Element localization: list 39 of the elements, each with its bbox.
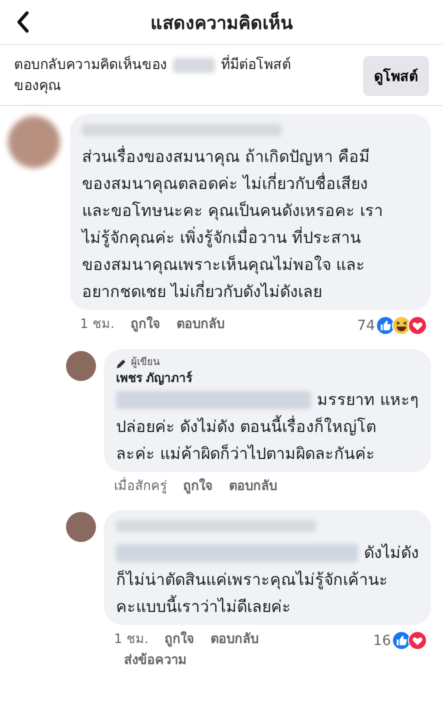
action-link[interactable]: ตอบกลับ	[176, 316, 225, 334]
banner-text: ตอบกลับความคิดเห็นของ	[14, 55, 167, 75]
comment-text: ก็ไม่น่าตัดสินแค่เพราะคุณไม่รู้จักเค้านะ	[116, 570, 388, 589]
comment-text: ปล่อยค่ะ ดังไม่ดัง ตอนนี้เรื่องก็ใหญ่โต	[116, 417, 376, 436]
pen-icon	[116, 358, 127, 368]
action-link[interactable]: ส่งข้อความ	[124, 652, 259, 670]
like-icon	[392, 631, 411, 650]
author-name[interactable]: เพชร ภัญาภาร์	[116, 370, 419, 386]
banner-text: ที่มีต่อโพสต์	[221, 55, 291, 76]
comment-text: และขอโทษนะคะ คุณเป็นคนดังเหรอคะ เรา	[82, 201, 384, 220]
like-icon	[376, 316, 395, 335]
comment-text: ส่วนเรื่องของสมนาคุณ ถ้าเกิดปัญหา คือมี	[82, 147, 370, 166]
action-link[interactable]: ถูกใจ	[130, 316, 161, 334]
author-label: ผู้เขียน	[131, 356, 160, 370]
comment-text: ของสมนาคุณเพราะเห็นคุณไม่พอใจ และ	[82, 255, 366, 274]
comment-text: ของสมนาคุณตลอดค่ะ ไม่เกี่ยวกับชื่อเสียง	[82, 174, 368, 193]
avatar[interactable]	[66, 512, 96, 542]
timestamp: 1 ชม.	[114, 631, 149, 649]
comment-text: อยากชดเชย ไม่เกี่ยวกับดังไม่ดังเลย	[82, 282, 322, 301]
avatar[interactable]	[66, 351, 96, 381]
comment-text: มรรยาท แหะๆ	[316, 389, 419, 411]
comment-text: ไม่รู้จักคุณค่ะ เพิ่งรู้จักเมื่อวาน ที่ประสาน	[82, 228, 362, 247]
comment-text: ดังไม่ดัง	[364, 542, 419, 564]
reaction-count[interactable]: 16	[373, 632, 391, 650]
action-link[interactable]: ตอบกลับ	[229, 478, 277, 496]
reaction-count[interactable]: 74	[357, 316, 375, 334]
comment-text: คะแบบนี้เราว่าไม่ดีเลยค่ะ	[116, 597, 291, 616]
action-link[interactable]: ถูกใจ	[183, 478, 213, 496]
timestamp: เมื่อสักครู่	[114, 478, 167, 496]
comment-text: ละค่ะ แม่ค้าผิดก็ว่าไปตามผิดละกันค่ะ	[116, 444, 376, 463]
laughing-face-icon	[392, 316, 411, 335]
timestamp: 1 ชม.	[80, 316, 115, 334]
redacted-name	[173, 58, 215, 73]
view-post-button[interactable]: ดูโพสต์	[363, 56, 429, 96]
avatar[interactable]	[8, 116, 60, 168]
action-link[interactable]: ถูกใจ	[164, 631, 195, 649]
action-link[interactable]: ตอบกลับ	[210, 631, 259, 649]
banner-text: ของคุณ	[14, 77, 62, 96]
page-title: แสดงความคิดเห็น	[150, 10, 294, 36]
